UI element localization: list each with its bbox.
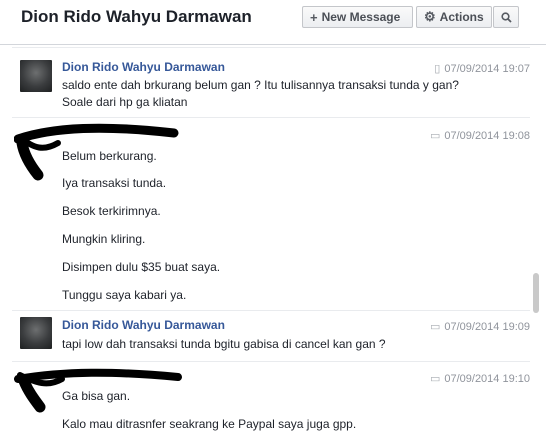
chat-icon: ▭ [429,373,441,385]
message-text: Iya transaksi tunda. [62,176,167,190]
timestamp-text: 07/09/2014 19:09 [444,320,530,333]
new-message-label: New Message [321,10,401,24]
conversation-header: Dion Rido Wahyu Darmawan + New Message ⚙… [0,0,546,45]
actions-label: Actions [439,10,484,24]
timestamp-text: 07/09/2014 19:07 [444,62,530,75]
message-text: Belum berkurang. [62,149,157,163]
search-icon [500,11,512,23]
message-text: Besok terkirimnya. [62,204,161,218]
sender-name[interactable]: Dion Rido Wahyu Darmawan [62,60,225,74]
thread-divider [12,361,530,362]
message-timestamp: ▭ 07/09/2014 19:08 [429,129,530,143]
sender-name[interactable]: Dion Rido Wahyu Darmawan [62,318,225,332]
search-button[interactable] [493,6,519,28]
message-thread[interactable]: Dion Rido Wahyu Darmawan ▯ 07/09/2014 19… [0,45,546,440]
new-message-button[interactable]: + New Message [302,6,413,28]
mobile-icon: ▯ [434,63,441,75]
thread-divider [12,310,530,311]
message-text: Disimpen dulu $35 buat saya. [62,260,221,274]
message-timestamp: ▯ 07/09/2014 19:07 [434,62,530,76]
message-text: Tunggu saya kabari ya. [62,288,187,302]
avatar[interactable] [20,317,52,349]
conversation-title: Dion Rido Wahyu Darmawan [21,7,252,26]
message-timestamp: ▭ 07/09/2014 19:10 [429,372,530,386]
avatar[interactable] [20,60,52,92]
thread-divider [12,117,530,118]
plus-icon: + [310,9,318,25]
message-text: Mungkin kliring. [62,232,146,246]
scrollbar-thumb[interactable] [533,273,539,313]
message-text: saldo ente dah brkurang belum gan ? Itu … [62,78,459,109]
actions-button[interactable]: ⚙ Actions [416,6,492,28]
gear-icon: ⚙ [424,9,436,24]
thread-divider [12,47,530,48]
message-text: tapi low dah transaksi tunda bgitu gabis… [62,337,386,351]
chat-icon: ▭ [429,130,441,142]
chat-icon: ▭ [429,321,441,333]
timestamp-text: 07/09/2014 19:10 [444,372,530,385]
timestamp-text: 07/09/2014 19:08 [444,129,530,142]
message-text: Kalo mau ditrasnfer seakrang ke Paypal s… [62,417,357,431]
message-timestamp: ▭ 07/09/2014 19:09 [429,320,530,334]
message-text: Ga bisa gan. [62,389,131,403]
